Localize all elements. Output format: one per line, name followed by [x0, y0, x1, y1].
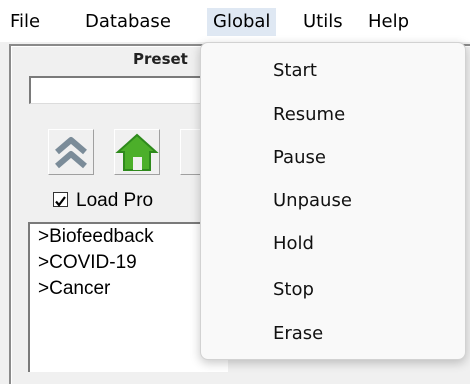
- home-icon: [115, 133, 159, 171]
- double-chevron-up-icon: [55, 137, 87, 169]
- list-item[interactable]: >Biofeedback: [38, 226, 154, 248]
- menu-item-start[interactable]: Start: [273, 59, 317, 83]
- menu-utils[interactable]: Utils: [297, 8, 349, 36]
- toolbar-button[interactable]: [180, 129, 202, 175]
- home-button[interactable]: [114, 129, 160, 175]
- menu-global[interactable]: Global: [207, 8, 277, 36]
- menu-item-hold[interactable]: Hold: [273, 232, 314, 256]
- scroll-up-button[interactable]: [48, 129, 94, 175]
- list-item[interactable]: >COVID-19: [38, 252, 137, 274]
- menu-item-erase[interactable]: Erase: [273, 322, 323, 346]
- menu-database[interactable]: Database: [79, 8, 177, 36]
- list-item[interactable]: >Cancer: [38, 278, 110, 300]
- load-label: Load Pro: [76, 190, 154, 211]
- menu-help[interactable]: Help: [362, 8, 415, 36]
- panel-title: Preset: [133, 50, 188, 68]
- preset-list[interactable]: >Biofeedback >COVID-19 >Cancer: [28, 222, 228, 372]
- global-dropdown-menu: Start Resume Pause Unpause Hold Stop Era…: [200, 42, 466, 360]
- checkmark-icon: [55, 196, 66, 207]
- load-checkbox[interactable]: [53, 192, 68, 207]
- menu-item-pause[interactable]: Pause: [273, 146, 326, 170]
- menu-item-unpause[interactable]: Unpause: [273, 189, 352, 213]
- preset-input[interactable]: [29, 76, 219, 104]
- menu-file[interactable]: File: [4, 8, 46, 36]
- menu-item-stop[interactable]: Stop: [273, 278, 314, 302]
- menu-item-resume[interactable]: Resume: [273, 103, 345, 127]
- menu-bar: File Database Global Utils Help: [0, 0, 470, 42]
